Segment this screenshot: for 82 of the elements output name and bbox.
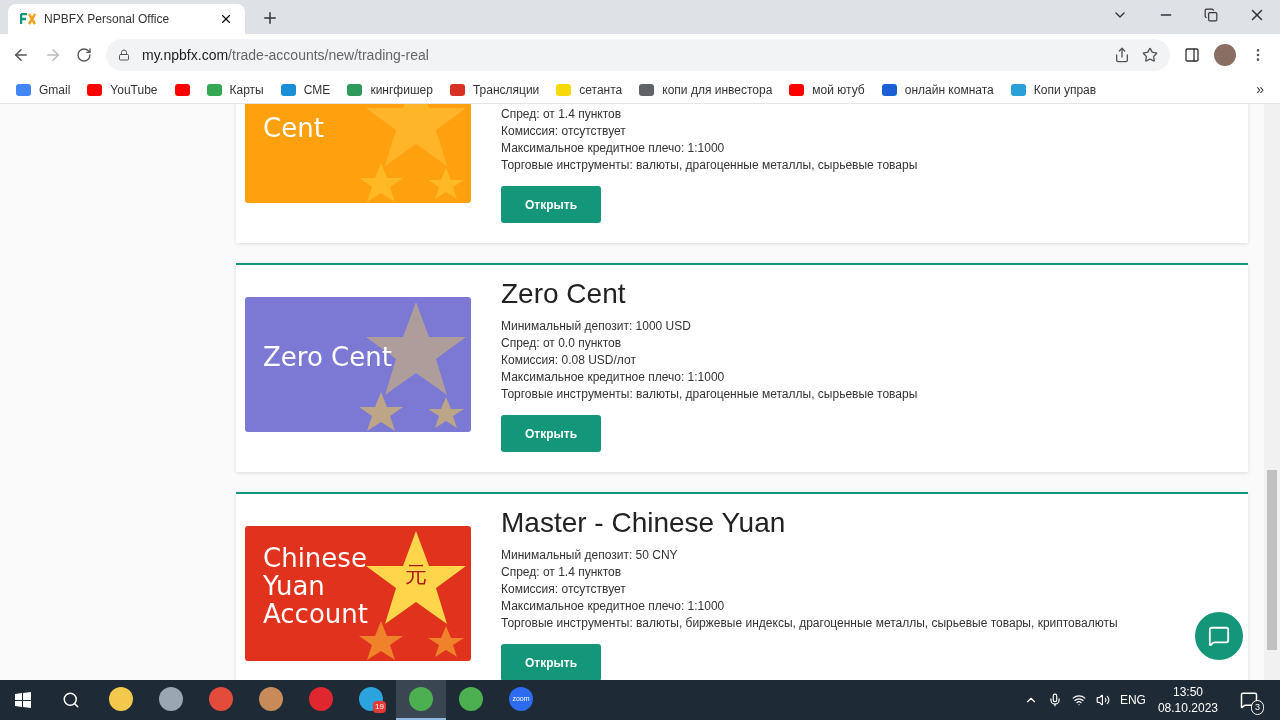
account-detail: Минимальный депозит: 50 CNY: [501, 547, 679, 564]
account-detail: Торговые инструменты: валюты, драгоценные металлы, сырьевые товары: [501, 386, 918, 403]
close-icon[interactable]: [219, 12, 233, 26]
bookmark-item[interactable]: CME: [280, 80, 331, 99]
account-detail: Комиссия: отсутствует: [501, 123, 627, 140]
bookmark-item[interactable]: мой ютуб: [789, 80, 865, 99]
microphone-icon[interactable]: [1047, 693, 1062, 707]
account-title: Master - Chinese Yuan: [501, 506, 787, 540]
new-tab-icon[interactable]: [261, 9, 279, 27]
yuan-symbol: 元: [405, 561, 427, 588]
account-detail: Торговые инструменты: валюты, биржевые индексы, драгоценные металлы, сырьевые товары, криптовалюты: [501, 615, 1118, 632]
bookmark-label: YouTube: [110, 81, 158, 99]
account-detail: Спред: от 0.0 пунктов: [501, 335, 623, 352]
tab-title: NPBFX Personal Office: [44, 11, 171, 28]
windows-logo-icon[interactable]: [15, 692, 31, 708]
bookmark-label: CME: [303, 81, 331, 99]
bookmark-label: копи для инвестора: [662, 81, 773, 99]
account-detail: Спред: от 1.4 пунктов: [501, 564, 623, 581]
banner-text: Yuan: [263, 572, 326, 600]
bookmark-item[interactable]: сетанта: [556, 80, 623, 99]
account-detail: Минимальный депозит: 1000 USD: [501, 318, 692, 335]
bookmark-label: Копи управ: [1033, 81, 1097, 99]
banner-text: Account: [263, 600, 368, 628]
bookmark-item[interactable]: Карты: [206, 80, 264, 99]
address-bar[interactable]: my.npbfx.com/trade-accounts/new/trading-real: [106, 39, 1170, 71]
account-detail: Максимальное кредитное плечо: 1:1000: [501, 369, 726, 386]
back-icon[interactable]: [12, 46, 30, 64]
bookmark-label: Карты: [229, 81, 264, 99]
bookmark-label: онлайн комната: [904, 81, 994, 99]
url-text: my.npbfx.com/trade-accounts/new/trading-real: [142, 45, 430, 65]
bookmark-item[interactable]: кингфишер: [347, 80, 433, 99]
scrollbar[interactable]: [1264, 104, 1280, 680]
notification-count: 3: [1251, 699, 1264, 715]
notification-icon: [1240, 691, 1258, 709]
open-button[interactable]: Открыть: [501, 644, 601, 680]
bookmark-item[interactable]: Gmail: [16, 80, 71, 99]
clock-date: 08.10.2023: [1157, 700, 1218, 716]
account-detail: Торговые инструменты: валюты, драгоценные металлы, сырьевые товары: [501, 157, 918, 174]
volume-icon[interactable]: [1095, 693, 1110, 707]
restore-icon[interactable]: [1204, 8, 1218, 22]
side-panel-icon[interactable]: [1184, 47, 1200, 63]
network-icon[interactable]: [1071, 693, 1086, 707]
fx-logo-icon: [20, 13, 36, 25]
bookmark-item[interactable]: Копи управ: [1010, 80, 1097, 99]
clock[interactable]: 13:50 08.10.2023: [1157, 684, 1218, 716]
profile-avatar[interactable]: [1214, 44, 1236, 66]
bookmark-item[interactable]: онлайн комната: [881, 80, 994, 99]
account-detail: Максимальное кредитное плечо: 1:1000: [501, 598, 726, 615]
taskbar-app[interactable]: [396, 680, 446, 720]
clock-time: 13:50: [1172, 684, 1203, 700]
banner-text: Cent: [263, 114, 324, 142]
open-button[interactable]: Открыть: [501, 186, 601, 223]
browser-tab[interactable]: NPBFX Personal Office: [8, 4, 245, 34]
bookmark-item[interactable]: копи для инвестора: [639, 80, 773, 99]
lock-icon: [118, 49, 130, 61]
notification-center[interactable]: 3: [1238, 689, 1260, 711]
taskbar-app[interactable]: 19: [346, 680, 396, 720]
share-icon[interactable]: [1114, 47, 1130, 63]
account-detail: Максимальное кредитное плечо: 1:1000: [501, 140, 726, 157]
reload-icon[interactable]: [76, 47, 92, 63]
scrollbar-thumb[interactable]: [1267, 470, 1277, 650]
bookmark-item[interactable]: Трансляции: [449, 80, 540, 99]
bookmark-label: кингфишер: [370, 81, 433, 99]
account-detail: Комиссия: 0.08 USD/лот: [501, 352, 637, 369]
search-icon[interactable]: [62, 691, 80, 709]
chat-bubble-icon: [1208, 625, 1230, 647]
bookmark-label: Gmail: [39, 81, 71, 99]
bookmark-label: Трансляции: [472, 81, 540, 99]
banner-text: Chinese: [263, 544, 368, 572]
open-button[interactable]: Открыть: [501, 415, 601, 452]
more-bookmarks[interactable]: »: [1256, 79, 1264, 100]
account-title: Zero Cent: [501, 277, 627, 311]
account-detail: Спред: от 1.4 пунктов: [501, 106, 623, 123]
bookmark-label: сетанта: [579, 81, 623, 99]
bookmark-favicon-icon[interactable]: [174, 83, 190, 96]
bookmark-item[interactable]: YouTube: [87, 80, 158, 99]
unread-badge: 19: [373, 701, 386, 713]
banner-text: Zero Cent: [263, 343, 392, 371]
bookmark-label: мой ютуб: [812, 81, 865, 99]
account-detail: Комиссия: отсутствует: [501, 581, 627, 598]
language-indicator[interactable]: ENG: [1119, 691, 1146, 709]
bookmark-star-icon[interactable]: [1142, 47, 1158, 63]
